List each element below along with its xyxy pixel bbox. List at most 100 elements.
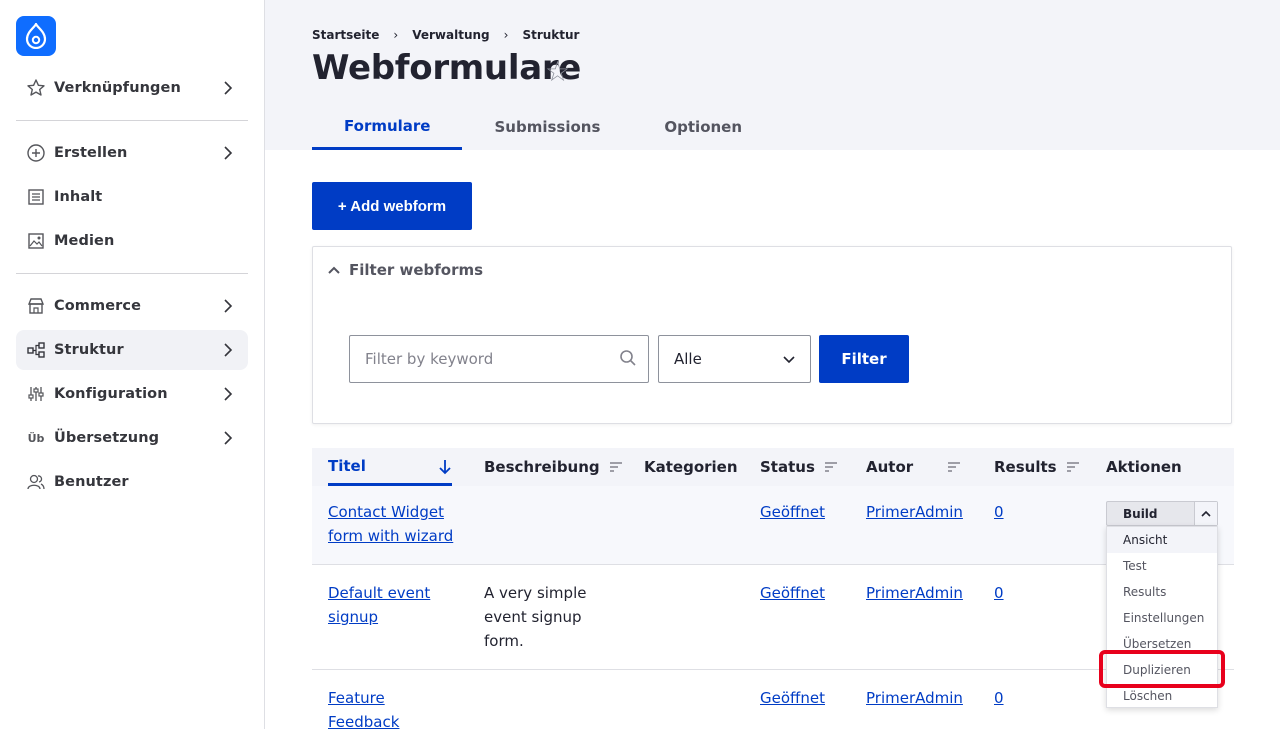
sidebar-item-commerce[interactable]: Commerce [16, 286, 248, 326]
chevron-right-icon [224, 146, 233, 160]
breadcrumb: Startseite › Verwaltung › Struktur [312, 28, 579, 42]
sort-icon [609, 462, 622, 472]
sidebar-item-medien[interactable]: Medien [16, 221, 248, 261]
add-webform-button[interactable]: + Add webform [312, 182, 472, 230]
status-select[interactable]: Alle [658, 335, 811, 383]
column-header-autor[interactable]: Autor [866, 448, 960, 486]
webform-title-link[interactable]: Contact Widget form with wizard [328, 500, 453, 548]
dropbutton-toggle[interactable] [1195, 502, 1217, 525]
menu-item-einstellungen[interactable]: Einstellungen [1107, 605, 1217, 631]
chevron-right-icon [224, 81, 233, 95]
results-link[interactable]: 0 [994, 584, 1004, 602]
sidebar-item-struktur[interactable]: Struktur [16, 330, 248, 370]
document-icon [26, 187, 46, 207]
star-icon [26, 78, 46, 98]
page-title: Webformulare [312, 48, 582, 88]
filter-panel: Filter webforms Alle Filter [312, 246, 1232, 424]
sidebar-item-uebersetzung[interactable]: Üb Übersetzung [16, 418, 248, 458]
column-header-beschreibung[interactable]: Beschreibung [484, 448, 622, 486]
webform-title-link[interactable]: Default event signup [328, 581, 430, 629]
sidebar-item-label: Übersetzung [54, 430, 160, 446]
column-header-label: Aktionen [1106, 458, 1182, 476]
chevron-up-icon [328, 266, 340, 274]
author-link[interactable]: PrimerAdmin [866, 584, 963, 602]
sidebar-item-label: Struktur [54, 342, 124, 358]
title-line[interactable]: form with wizard [328, 527, 453, 545]
sidebar-item-konfiguration[interactable]: Konfiguration [16, 374, 248, 414]
column-header-label: Titel [328, 456, 366, 475]
menu-item-results[interactable]: Results [1107, 579, 1217, 605]
image-icon [26, 231, 46, 251]
column-header-results[interactable]: Results [994, 448, 1079, 486]
author-link[interactable]: PrimerAdmin [866, 503, 963, 521]
sidebar-item-label: Verknüpfungen [54, 80, 181, 96]
sidebar-item-label: Commerce [54, 298, 142, 314]
tab-submissions[interactable]: Submissions [462, 104, 632, 150]
menu-item-test[interactable]: Test [1107, 553, 1217, 579]
menu-item-ansicht[interactable]: Ansicht [1107, 527, 1217, 553]
results-link[interactable]: 0 [994, 689, 1004, 707]
filter-button[interactable]: Filter [819, 335, 909, 383]
sidebar-item-erstellen[interactable]: Erstellen [16, 133, 248, 173]
status-link[interactable]: Geöffnet [760, 584, 825, 602]
drupal-logo-icon[interactable] [16, 16, 56, 56]
highlight-annotation [1099, 650, 1225, 688]
build-dropbutton: Build [1106, 501, 1218, 526]
tab-optionen[interactable]: Optionen [632, 104, 774, 150]
tab-formulare[interactable]: Formulare [312, 104, 463, 150]
title-line[interactable]: signup [328, 608, 378, 626]
column-header-aktionen: Aktionen [1106, 448, 1182, 486]
description: A very simple event signup form. [484, 581, 586, 653]
status-link[interactable]: Geöffnet [760, 503, 825, 521]
plus-circle-icon [26, 143, 46, 163]
keyword-search-input[interactable] [349, 335, 649, 383]
author-link[interactable]: PrimerAdmin [866, 689, 963, 707]
title-line[interactable]: Contact Widget [328, 503, 444, 521]
chevron-right-icon [224, 343, 233, 357]
column-header-label: Results [994, 458, 1057, 476]
column-header-label: Beschreibung [484, 458, 600, 476]
table-header: Titel Beschreibung Kategorien Status Aut… [312, 448, 1234, 486]
webform-title-link[interactable]: Feature Feedback [328, 686, 399, 729]
star-shortcut-icon[interactable]: ☆ [545, 55, 570, 88]
chevron-right-icon [224, 387, 233, 401]
column-header-kategorien: Kategorien [644, 448, 738, 486]
breadcrumb-item-struktur[interactable]: Struktur [522, 28, 579, 42]
desc-line: form. [484, 632, 524, 650]
sidebar-item-label: Medien [54, 233, 115, 249]
column-header-status[interactable]: Status [760, 448, 837, 486]
breadcrumb-item-startseite[interactable]: Startseite [312, 28, 379, 42]
chevron-right-icon [224, 299, 233, 313]
table-row: Default event signup A very simple event… [312, 565, 1234, 670]
sidebar-item-label: Benutzer [54, 474, 129, 490]
divider [16, 120, 248, 121]
shop-icon [26, 296, 46, 316]
users-icon [26, 472, 46, 492]
status-link[interactable]: Geöffnet [760, 689, 825, 707]
sidebar-item-label: Inhalt [54, 189, 103, 205]
status-select-value: Alle [674, 350, 702, 368]
title-line[interactable]: Default event [328, 584, 430, 602]
divider [16, 273, 248, 274]
results-link[interactable]: 0 [994, 503, 1004, 521]
column-header-titel[interactable]: Titel [328, 448, 452, 486]
filter-toggle[interactable]: Filter webforms [327, 261, 483, 279]
filter-title: Filter webforms [349, 261, 484, 279]
build-button[interactable]: Build [1107, 502, 1195, 525]
title-line[interactable]: Feature [328, 689, 385, 707]
search-icon [620, 350, 636, 366]
column-header-label: Autor [866, 458, 914, 476]
sidebar: Verknüpfungen Erstellen Inhalt Medien Co… [0, 0, 265, 729]
table-row: Feature Feedback Geöffnet PrimerAdmin 0 [312, 670, 1234, 729]
sidebar-item-benutzer[interactable]: Benutzer [16, 462, 248, 502]
chevron-down-icon [783, 356, 795, 364]
column-header-label: Kategorien [644, 458, 738, 476]
sidebar-item-inhalt[interactable]: Inhalt [16, 177, 248, 217]
title-line[interactable]: Feedback [328, 713, 399, 729]
sort-icon [948, 462, 960, 472]
sort-descending-icon [439, 460, 451, 475]
structure-icon [26, 340, 46, 360]
desc-line: A very simple [484, 584, 587, 602]
sidebar-item-verknuepfungen[interactable]: Verknüpfungen [16, 68, 248, 108]
breadcrumb-item-verwaltung[interactable]: Verwaltung [412, 28, 489, 42]
